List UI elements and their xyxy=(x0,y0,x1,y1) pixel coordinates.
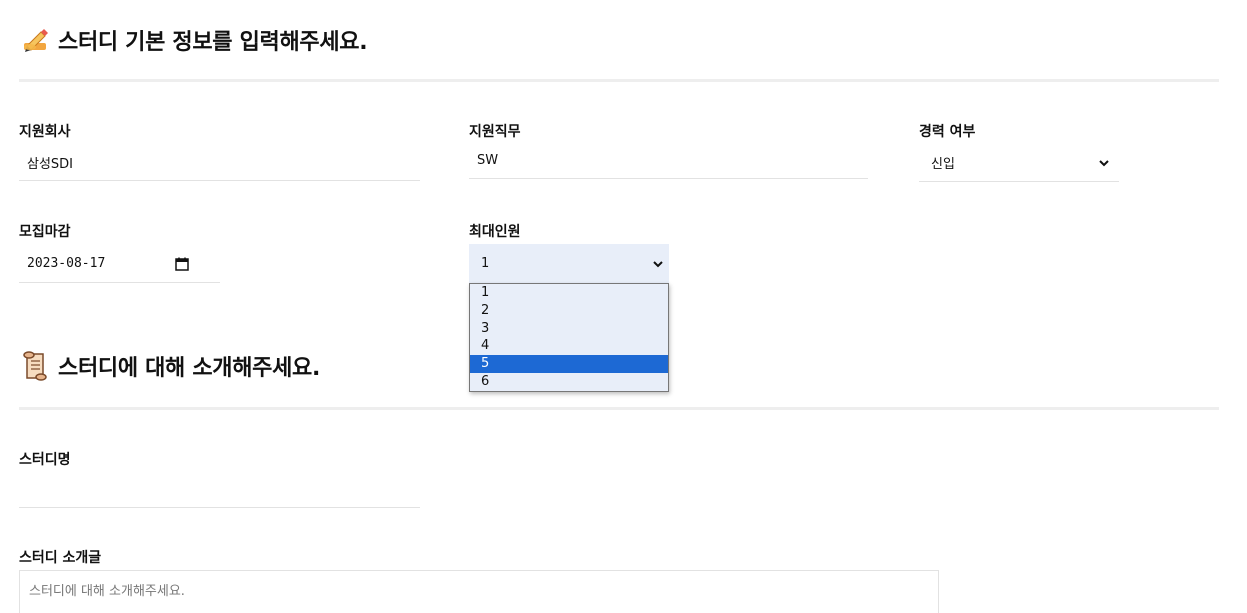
job-input[interactable]: SW xyxy=(469,143,868,179)
calendar-icon[interactable] xyxy=(175,256,189,275)
study-form-page: 스터디 기본 정보를 입력해주세요. 지원회사 삼성SDI 지원직무 SW 경력… xyxy=(0,0,1247,613)
career-select-value: 신입 xyxy=(931,157,955,172)
company-label: 지원회사 xyxy=(19,124,71,140)
job-label: 지원직무 xyxy=(469,124,521,140)
option-3[interactable]: 3 xyxy=(470,320,668,338)
company-input[interactable]: 삼성SDI xyxy=(19,145,420,181)
section-divider xyxy=(19,407,1219,410)
study-intro-textarea[interactable]: 스터디에 대해 소개해주세요. xyxy=(19,570,939,613)
max-members-options: 1 2 3 4 5 6 xyxy=(469,283,669,392)
option-1[interactable]: 1 xyxy=(470,284,668,302)
deadline-value: 2023-08-17 xyxy=(27,256,106,271)
chevron-down-icon xyxy=(653,257,663,271)
section-divider xyxy=(19,79,1219,82)
basic-info-title: 스터디 기본 정보를 입력해주세요. xyxy=(58,30,368,55)
deadline-label: 모집마감 xyxy=(19,224,71,240)
career-select[interactable]: 신입 xyxy=(919,144,1119,182)
career-label: 경력 여부 xyxy=(919,124,976,140)
writing-hand-icon xyxy=(20,25,50,55)
option-6[interactable]: 6 xyxy=(470,373,668,391)
scroll-icon xyxy=(20,351,50,381)
intro-heading: 스터디에 대해 소개해주세요. xyxy=(20,350,320,382)
basic-info-heading: 스터디 기본 정보를 입력해주세요. xyxy=(20,24,368,56)
study-name-label: 스터디명 xyxy=(19,452,71,468)
max-members-value: 1 xyxy=(481,256,490,271)
study-intro-label: 스터디 소개글 xyxy=(19,550,102,566)
max-members-label: 최대인원 xyxy=(469,224,521,240)
study-intro-placeholder: 스터디에 대해 소개해주세요. xyxy=(29,584,185,599)
deadline-date-input[interactable]: 2023-08-17 xyxy=(19,245,220,283)
study-name-input[interactable] xyxy=(19,472,420,508)
option-2[interactable]: 2 xyxy=(470,302,668,320)
option-4[interactable]: 4 xyxy=(470,337,668,355)
chevron-down-icon xyxy=(1099,156,1109,170)
intro-title: 스터디에 대해 소개해주세요. xyxy=(58,356,321,381)
option-5[interactable]: 5 xyxy=(470,355,668,373)
max-members-select[interactable]: 1 xyxy=(469,244,669,283)
